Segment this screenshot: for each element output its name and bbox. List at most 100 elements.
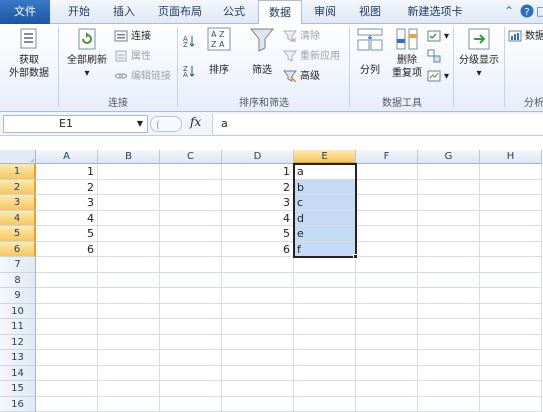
cell-f2[interactable] [356,179,418,195]
cell-d1[interactable]: 1 [222,164,294,180]
cell-a15[interactable] [36,381,98,397]
worksheet-grid[interactable]: A B C D E F G H 1 1 1 a 2 2 2 b 3 3 3 c 4 4 4 d 5 5 5 e 6 6 6 f 7 8 9 10 11 1… [0,150,543,412]
cell-d5[interactable]: 5 [222,226,294,242]
cell-g11[interactable] [418,319,480,335]
sort-ascending-button[interactable]: AZ [182,34,199,50]
row-header-10[interactable]: 10 [0,303,36,319]
cell-g10[interactable] [418,303,480,319]
cell-d11[interactable] [222,319,294,335]
chevron-down-icon[interactable]: ▼ [137,116,143,132]
cell-g3[interactable] [418,195,480,211]
cell-h13[interactable] [480,350,542,366]
cell-b6[interactable] [98,241,160,257]
row-header-5[interactable]: 5 [0,226,36,242]
cell-b15[interactable] [98,381,160,397]
cell-b7[interactable] [98,257,160,273]
cell-e3[interactable]: c [294,195,356,211]
cell-e12[interactable] [294,334,356,350]
tab-review[interactable]: 审阅 [305,0,345,24]
cell-e9[interactable] [294,288,356,304]
cell-g7[interactable] [418,257,480,273]
cell-h4[interactable] [480,210,542,226]
cell-e14[interactable] [294,365,356,381]
what-if-analysis-button[interactable]: ▾ [427,69,449,85]
cell-d15[interactable] [222,381,294,397]
cell-h9[interactable] [480,288,542,304]
cell-g4[interactable] [418,210,480,226]
cell-b5[interactable] [98,226,160,242]
cell-f4[interactable] [356,210,418,226]
cell-d3[interactable]: 3 [222,195,294,211]
filter-button[interactable]: 筛选 [244,26,280,77]
cell-h10[interactable] [480,303,542,319]
cell-e2[interactable]: b [294,179,356,195]
cell-f12[interactable] [356,334,418,350]
cell-g9[interactable] [418,288,480,304]
edit-links-button[interactable]: 编辑链接 [114,69,171,85]
cell-e7[interactable] [294,257,356,273]
cell-g6[interactable] [418,241,480,257]
row-header-12[interactable]: 12 [0,334,36,350]
tab-home[interactable]: 开始 [58,0,100,24]
cell-e13[interactable] [294,350,356,366]
cell-d4[interactable]: 4 [222,210,294,226]
row-header-1[interactable]: 1 [0,164,36,180]
cell-f8[interactable] [356,272,418,288]
column-header-h[interactable]: H [480,150,542,164]
cell-e4[interactable]: d [294,210,356,226]
cell-h7[interactable] [480,257,542,273]
clear-filter-button[interactable]: 清除 [283,29,320,45]
cell-b16[interactable] [98,396,160,412]
cell-h14[interactable] [480,365,542,381]
data-analysis-button[interactable]: 数据 [508,29,543,45]
cell-c15[interactable] [160,381,222,397]
tab-insert[interactable]: 插入 [103,0,145,24]
help-icon[interactable]: ? [520,4,534,20]
row-header-9[interactable]: 9 [0,288,36,304]
cell-h5[interactable] [480,226,542,242]
column-header-f[interactable]: F [356,150,418,164]
cell-h8[interactable] [480,272,542,288]
cell-a1[interactable]: 1 [36,164,98,180]
cell-f9[interactable] [356,288,418,304]
cell-d10[interactable] [222,303,294,319]
cell-g5[interactable] [418,226,480,242]
column-header-e[interactable]: E [294,150,356,164]
column-header-g[interactable]: G [418,150,480,164]
cell-b8[interactable] [98,272,160,288]
cell-h12[interactable] [480,334,542,350]
name-box[interactable]: E1 ▼ [3,115,148,133]
properties-button[interactable]: 属性 [114,49,151,65]
row-header-14[interactable]: 14 [0,365,36,381]
connections-button[interactable]: 连接 [114,29,151,45]
cell-e11[interactable] [294,319,356,335]
cell-g8[interactable] [418,272,480,288]
cell-a8[interactable] [36,272,98,288]
cell-b10[interactable] [98,303,160,319]
cell-c5[interactable] [160,226,222,242]
cell-c4[interactable] [160,210,222,226]
cell-a14[interactable] [36,365,98,381]
cell-b13[interactable] [98,350,160,366]
consolidate-button[interactable] [427,49,444,65]
row-header-16[interactable]: 16 [0,396,36,412]
cell-f3[interactable] [356,195,418,211]
refresh-all-button[interactable]: 全部刷新 ▾ [63,26,111,80]
cell-a12[interactable] [36,334,98,350]
cell-f11[interactable] [356,319,418,335]
cell-a2[interactable]: 2 [36,179,98,195]
cell-h6[interactable] [480,241,542,257]
sort-descending-button[interactable]: ZA [182,64,199,80]
cell-f15[interactable] [356,381,418,397]
get-external-data-button[interactable]: 获取 外部数据 [6,26,52,80]
cell-b3[interactable] [98,195,160,211]
cell-f7[interactable] [356,257,418,273]
cell-a13[interactable] [36,350,98,366]
cell-a10[interactable] [36,303,98,319]
restore-window-icon[interactable]: □ [536,4,543,20]
cell-e8[interactable] [294,272,356,288]
row-header-13[interactable]: 13 [0,350,36,366]
advanced-filter-button[interactable]: 高级 [283,69,320,85]
cell-h3[interactable] [480,195,542,211]
row-header-6[interactable]: 6 [0,241,36,257]
